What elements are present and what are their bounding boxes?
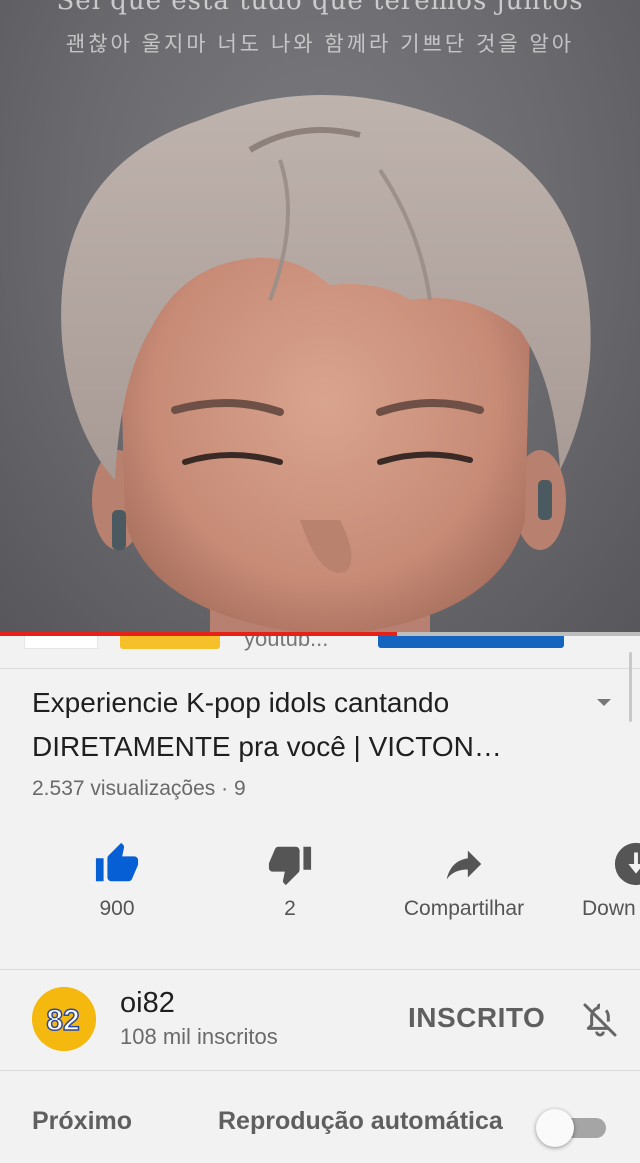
subtitle-korean: 괜찮아 울지마 너도 나와 함께라 기쁘단 것을 알아 — [65, 33, 575, 56]
peek-block-blue — [378, 636, 564, 648]
notifications-off-icon[interactable] — [580, 1000, 620, 1040]
peek-text: youtub... — [244, 636, 329, 651]
share-button[interactable]: Compartilhar — [374, 841, 554, 921]
video-title[interactable]: Experiencie K-pop idols cantando DIRETAM… — [32, 681, 576, 769]
subscribed-button[interactable]: INSCRITO — [408, 1002, 545, 1034]
toggle-knob — [536, 1109, 574, 1147]
thumbs-down-icon — [268, 846, 312, 886]
channel-name[interactable]: oi82 — [120, 987, 175, 1020]
hidden-banner-strip: youtub... — [0, 636, 640, 669]
dislike-button[interactable]: 2 — [200, 841, 380, 921]
peek-block-yellow — [120, 636, 220, 649]
action-bar: 900 2 Compartilhar Down — [0, 841, 640, 970]
like-count: 900 — [99, 897, 135, 920]
dislike-count: 2 — [284, 897, 296, 920]
autoplay-label: Reprodução automática — [218, 1107, 503, 1135]
subtitle-portuguese: Sei que está tudo que teremos juntos — [56, 0, 584, 16]
up-next-header: Próximo Reprodução automática — [0, 1071, 640, 1163]
subscriber-count: 108 mil inscritos — [120, 1024, 278, 1049]
share-label: Compartilhar — [403, 897, 525, 920]
video-player[interactable]: Sei que está tudo que teremos juntos 괜찮아… — [0, 0, 640, 636]
download-button[interactable]: Down — [546, 841, 640, 921]
channel-row[interactable]: 82 oi82 108 mil inscritos INSCRITO — [0, 970, 640, 1071]
view-count: 2.537 visualizações · 9 — [32, 777, 246, 800]
video-frame — [61, 95, 591, 636]
like-button[interactable]: 900 — [27, 841, 207, 921]
thumbs-up-icon — [95, 842, 139, 882]
expand-description-icon[interactable] — [592, 691, 616, 715]
download-icon — [614, 842, 640, 886]
avatar-text: 82 — [46, 1004, 79, 1037]
avatar-logo: 82 — [32, 987, 96, 1051]
up-next-label: Próximo — [32, 1107, 133, 1135]
channel-avatar[interactable]: 82 — [32, 987, 96, 1051]
peek-block-white — [24, 636, 98, 649]
download-label: Down — [582, 897, 636, 920]
share-icon — [446, 850, 482, 880]
video-info: Experiencie K-pop idols cantando DIRETAM… — [0, 669, 640, 841]
autoplay-toggle[interactable] — [536, 1109, 608, 1147]
